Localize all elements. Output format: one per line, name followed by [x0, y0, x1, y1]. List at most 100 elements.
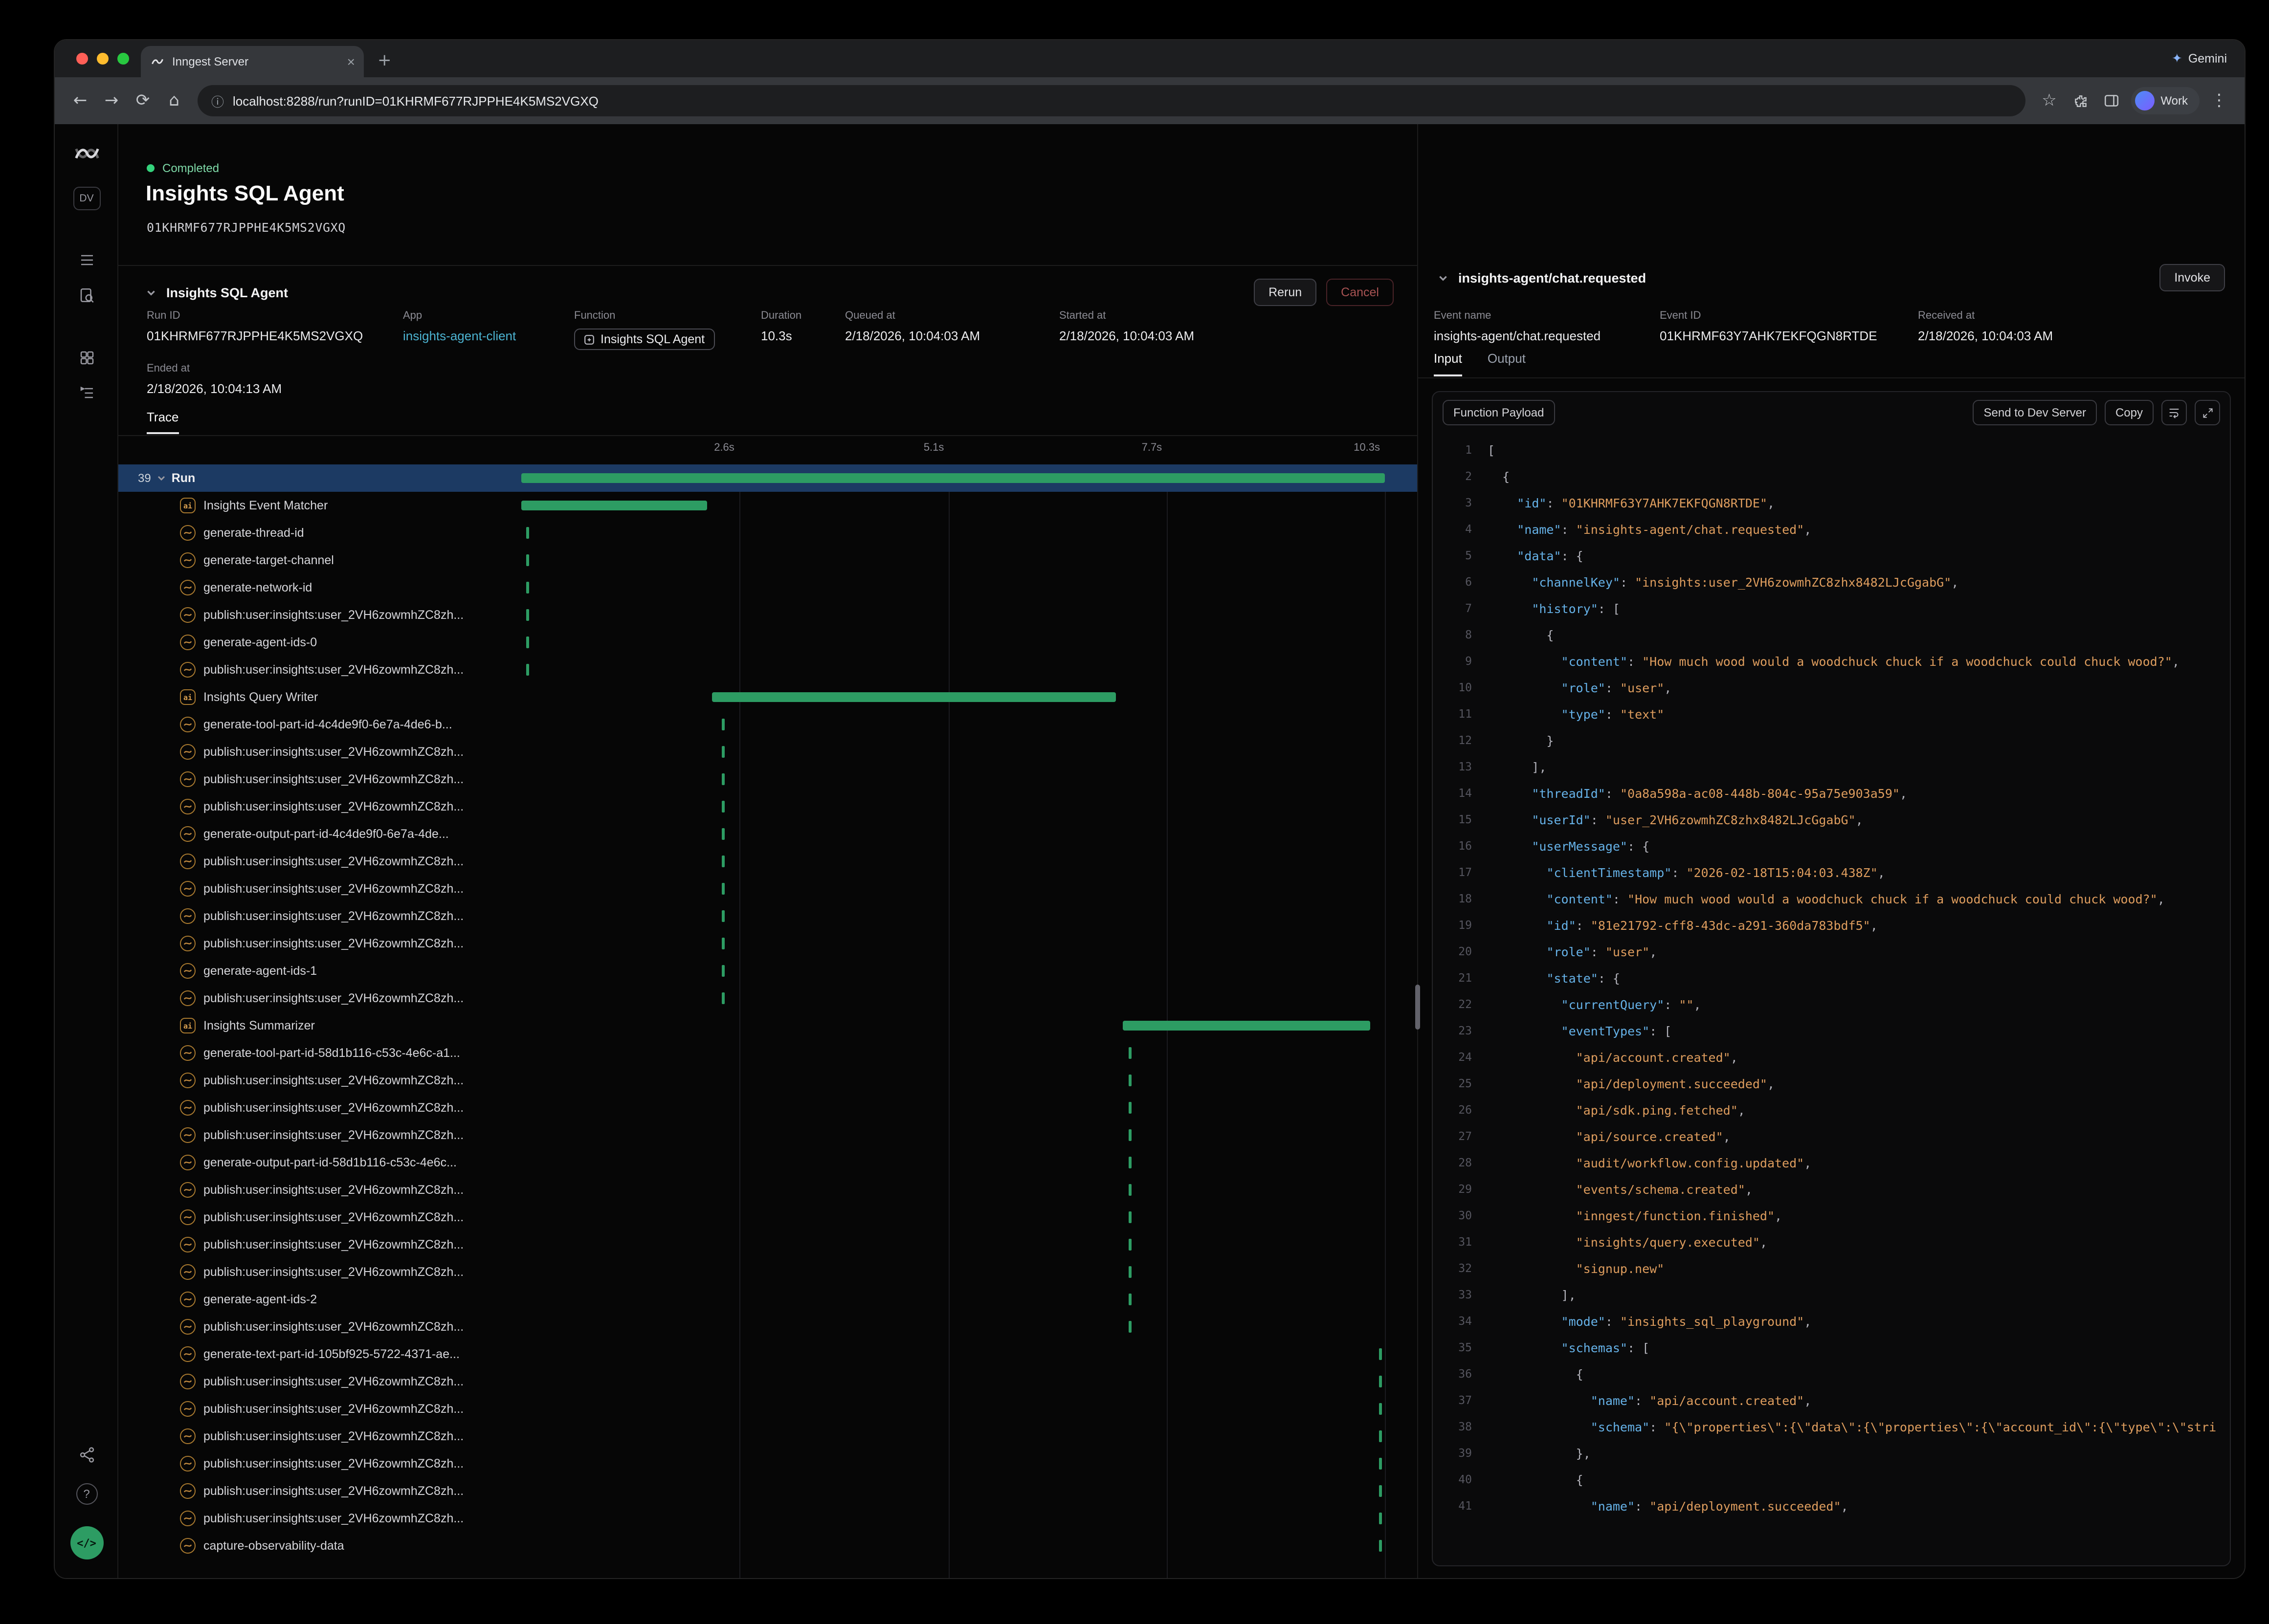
trace-row[interactable]: publish:user:insights:user_2VH6zowmhZC8z…: [118, 1258, 1417, 1286]
trace-row[interactable]: publish:user:insights:user_2VH6zowmhZC8z…: [118, 875, 1417, 902]
payload-json-editor[interactable]: 1[2 {3 "id": "01KHRMF63Y7AHK7EKFQGN8RTDE…: [1433, 433, 2230, 1565]
trace-row[interactable]: publish:user:insights:user_2VH6zowmhZC8z…: [118, 1204, 1417, 1231]
span-tick[interactable]: [722, 856, 725, 867]
span-tick[interactable]: [722, 910, 725, 922]
span-tick[interactable]: [1128, 1266, 1131, 1278]
span-tick[interactable]: [722, 773, 725, 785]
span-tick[interactable]: [1128, 1075, 1131, 1086]
trace-row[interactable]: publish:user:insights:user_2VH6zowmhZC8z…: [118, 1395, 1417, 1423]
trace-row[interactable]: generate-text-part-id-105bf925-5722-4371…: [118, 1340, 1417, 1368]
span-tick[interactable]: [722, 746, 725, 758]
trace-row[interactable]: generate-thread-id: [118, 519, 1417, 547]
chevron-down-icon[interactable]: [157, 473, 167, 483]
span-tick[interactable]: [527, 582, 530, 593]
span-tick[interactable]: [1379, 1540, 1382, 1552]
span-tick[interactable]: [722, 719, 725, 730]
home-icon[interactable]: ⌂: [158, 85, 190, 116]
trace-row[interactable]: publish:user:insights:user_2VH6zowmhZC8z…: [118, 601, 1417, 629]
extensions-icon[interactable]: [2065, 85, 2096, 116]
trace-row[interactable]: publish:user:insights:user_2VH6zowmhZC8z…: [118, 1423, 1417, 1450]
span-tick[interactable]: [1128, 1184, 1131, 1196]
trace-row[interactable]: publish:user:insights:user_2VH6zowmhZC8z…: [118, 1094, 1417, 1121]
span-tick[interactable]: [1128, 1211, 1131, 1223]
invoke-button[interactable]: Invoke: [2159, 264, 2225, 291]
new-tab-button[interactable]: +: [378, 51, 392, 70]
span-tick[interactable]: [527, 554, 530, 566]
trace-row[interactable]: capture-observability-data: [118, 1532, 1417, 1559]
trace-row[interactable]: publish:user:insights:user_2VH6zowmhZC8z…: [118, 985, 1417, 1012]
span-tick[interactable]: [1128, 1102, 1131, 1114]
gemini-badge[interactable]: ✦ Gemini: [2172, 40, 2227, 77]
trace-row[interactable]: publish:user:insights:user_2VH6zowmhZC8z…: [118, 1176, 1417, 1204]
span-tick[interactable]: [722, 801, 725, 812]
trace-row[interactable]: publish:user:insights:user_2VH6zowmhZC8z…: [118, 848, 1417, 875]
share-icon[interactable]: [55, 1446, 118, 1464]
close-window-button[interactable]: [76, 53, 88, 65]
tab-output[interactable]: Output: [1488, 351, 1526, 376]
trace-row[interactable]: generate-tool-part-id-4c4de9f0-6e7a-4de6…: [118, 711, 1417, 738]
run-span-bar[interactable]: [521, 473, 1385, 483]
span-tick[interactable]: [1379, 1513, 1382, 1524]
trace-row[interactable]: aiInsights Event Matcher: [118, 492, 1417, 519]
cancel-button[interactable]: Cancel: [1326, 279, 1394, 306]
trace-row[interactable]: generate-output-part-id-4c4de9f0-6e7a-4d…: [118, 820, 1417, 848]
chevron-down-icon[interactable]: [146, 287, 156, 298]
trace-row-run[interactable]: 39 Run: [118, 464, 1417, 492]
event-section-header[interactable]: insights-agent/chat.requested Invoke: [1438, 263, 2225, 292]
side-panel-icon[interactable]: [2096, 85, 2127, 116]
trace-row[interactable]: publish:user:insights:user_2VH6zowmhZC8z…: [118, 1450, 1417, 1477]
profile-chip[interactable]: Work: [2131, 87, 2200, 114]
trace-row[interactable]: publish:user:insights:user_2VH6zowmhZC8z…: [118, 766, 1417, 793]
trace-row[interactable]: publish:user:insights:user_2VH6zowmhZC8z…: [118, 793, 1417, 820]
field-value[interactable]: insights-agent-client: [403, 329, 574, 343]
span-tick[interactable]: [527, 664, 530, 676]
span-tick[interactable]: [1128, 1047, 1131, 1059]
span-tick[interactable]: [1379, 1458, 1382, 1470]
span-tick[interactable]: [722, 883, 725, 895]
zoom-window-button[interactable]: [117, 53, 129, 65]
trace-row[interactable]: publish:user:insights:user_2VH6zowmhZC8z…: [118, 738, 1417, 766]
dev-code-button[interactable]: </>: [55, 1526, 118, 1559]
trace-row[interactable]: publish:user:insights:user_2VH6zowmhZC8z…: [118, 1505, 1417, 1532]
trace-row[interactable]: aiInsights Summarizer: [118, 1012, 1417, 1039]
trace-row[interactable]: publish:user:insights:user_2VH6zowmhZC8z…: [118, 656, 1417, 683]
expand-icon[interactable]: [2195, 400, 2220, 425]
span-tick[interactable]: [1128, 1239, 1131, 1251]
copy-button[interactable]: Copy: [2105, 400, 2154, 425]
trace-row[interactable]: publish:user:insights:user_2VH6zowmhZC8z…: [118, 1067, 1417, 1094]
vertical-scrollbar-thumb[interactable]: [1415, 985, 1420, 1030]
span-tick[interactable]: [1379, 1430, 1382, 1442]
span-tick[interactable]: [1128, 1129, 1131, 1141]
rerun-button[interactable]: Rerun: [1254, 279, 1316, 306]
trace-row[interactable]: generate-agent-ids-2: [118, 1286, 1417, 1313]
browser-menu-icon[interactable]: ⋮: [2203, 85, 2235, 116]
trace-row[interactable]: generate-network-id: [118, 574, 1417, 601]
span-bar[interactable]: [521, 501, 707, 510]
trace-row[interactable]: publish:user:insights:user_2VH6zowmhZC8z…: [118, 1477, 1417, 1505]
address-bar[interactable]: ⓘ localhost:8288/run?runID=01KHRMF677RJP…: [198, 85, 2025, 116]
span-tick[interactable]: [722, 992, 725, 1004]
chevron-down-icon[interactable]: [1438, 272, 1448, 283]
trace-row[interactable]: publish:user:insights:user_2VH6zowmhZC8z…: [118, 930, 1417, 957]
minimize-window-button[interactable]: [97, 53, 109, 65]
trace-row[interactable]: publish:user:insights:user_2VH6zowmhZC8z…: [118, 1368, 1417, 1395]
trace-row[interactable]: generate-tool-part-id-58d1b116-c53c-4e6c…: [118, 1039, 1417, 1067]
payload-type-chip[interactable]: Function Payload: [1443, 400, 1555, 425]
browser-tab[interactable]: Inngest Server ×: [141, 46, 364, 77]
span-tick[interactable]: [527, 609, 530, 621]
span-tick[interactable]: [722, 828, 725, 840]
wrap-text-icon[interactable]: [2161, 400, 2187, 425]
trace-row[interactable]: generate-agent-ids-0: [118, 629, 1417, 656]
help-icon[interactable]: ?: [55, 1483, 118, 1505]
span-tick[interactable]: [1379, 1348, 1382, 1360]
trace-row[interactable]: aiInsights Query Writer: [118, 683, 1417, 711]
env-badge[interactable]: DV: [55, 187, 118, 210]
trace-row[interactable]: publish:user:insights:user_2VH6zowmhZC8z…: [118, 1231, 1417, 1258]
span-tick[interactable]: [1128, 1294, 1131, 1305]
inngest-logo-icon[interactable]: [55, 140, 118, 167]
tab-input[interactable]: Input: [1434, 351, 1462, 376]
trace-row[interactable]: publish:user:insights:user_2VH6zowmhZC8z…: [118, 1313, 1417, 1340]
span-tick[interactable]: [722, 938, 725, 949]
back-icon[interactable]: ←: [65, 85, 96, 116]
bookmark-star-icon[interactable]: ☆: [2033, 85, 2065, 116]
